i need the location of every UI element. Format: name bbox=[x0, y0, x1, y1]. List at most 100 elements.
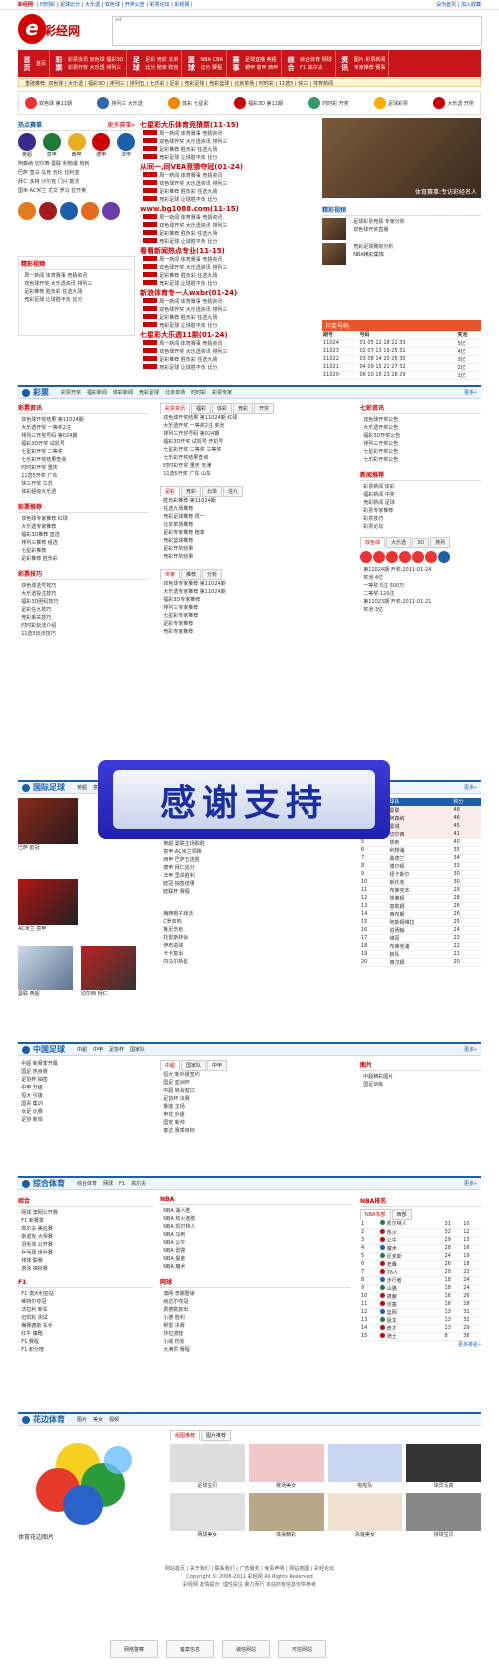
video-item[interactable]: NBA精彩集锦 bbox=[350, 251, 481, 259]
site-logo[interactable]: e 彩经网 bbox=[18, 14, 98, 46]
tab[interactable]: 排列 bbox=[430, 537, 451, 548]
photo-link[interactable]: 图片 bbox=[77, 1417, 87, 1423]
lottery-news-item[interactable]: 七乐彩开奖结果查询 bbox=[18, 456, 148, 464]
cn-link[interactable]: 中甲 bbox=[93, 1047, 103, 1053]
nba-team-icon[interactable] bbox=[102, 202, 120, 220]
cn-left-item[interactable]: 足协 新规 bbox=[18, 1116, 148, 1124]
video-list-item[interactable]: 双色球开奖 大乐透资讯 排列三 bbox=[21, 280, 132, 288]
nba-row[interactable]: 2 热火 32 12 bbox=[360, 1228, 481, 1237]
headline[interactable]: 七星彩大乐体育竞猜票(11-15) bbox=[140, 120, 315, 130]
nav-main-link[interactable]: 彩票 bbox=[53, 56, 65, 72]
tab[interactable]: 分析 bbox=[202, 569, 223, 580]
tab[interactable]: 福彩 bbox=[191, 403, 212, 414]
intl-news-item[interactable]: 卡卡复出 bbox=[160, 950, 345, 958]
intl-news-item[interactable]: 鲁尼伤愈 bbox=[160, 926, 345, 934]
footer-badge[interactable]: 可信网站 bbox=[278, 1640, 326, 1658]
league-row[interactable]: 8 博尔顿 33 bbox=[360, 862, 481, 871]
intl-news-item[interactable]: C罗双响 bbox=[160, 918, 345, 926]
headline-item[interactable]: 双色球开奖 大乐透资讯 排列三 bbox=[140, 348, 315, 356]
photo-item[interactable]: 啦啦队 bbox=[327, 1444, 403, 1489]
footer-links[interactable]: 网站首页 | 关于我们 | 联系我们 | 广告服务 | 免责声明 | 网站地图 … bbox=[18, 1565, 481, 1573]
headline[interactable]: 从同一,同VEA竞猜夺冠(01-24) bbox=[140, 162, 315, 172]
intl-photo-caption[interactable]: AC米兰 意甲 bbox=[18, 925, 153, 932]
multi-left-item[interactable]: 斯诺克 大师赛 bbox=[18, 1233, 153, 1241]
lottery-recommend-item[interactable]: 福彩3D推荐 直选 bbox=[18, 531, 148, 539]
lottery-right-item[interactable]: 双色球开奖公告 bbox=[360, 416, 481, 424]
lottery-link[interactable]: 彩票开奖 bbox=[61, 390, 81, 396]
lottery-right-item[interactable]: 彩票新闻 体彩 bbox=[360, 483, 481, 491]
tab[interactable]: 彩票资讯 bbox=[160, 403, 191, 414]
nav-sub-link[interactable]: 比分 赔率 阵容 bbox=[145, 64, 178, 71]
draw-info-item[interactable]: 第11024期 开奖:2011-01-24 bbox=[360, 566, 481, 574]
lottery-link[interactable]: 福彩新闻 bbox=[87, 390, 107, 396]
cn-left-item[interactable]: 中超 新赛季开幕 bbox=[18, 1060, 148, 1068]
multi-more[interactable]: 更多» bbox=[464, 1180, 477, 1187]
cn-mid-item[interactable]: 国安 新帅 bbox=[160, 1119, 345, 1127]
lottery-news-item[interactable]: 七星彩开奖 二等奖 bbox=[18, 448, 148, 456]
draw-info-item[interactable]: 奖池:4亿 bbox=[360, 574, 481, 582]
nba-row[interactable]: 10 雄鹿 16 26 bbox=[360, 1292, 481, 1301]
photo-link[interactable]: 视频 bbox=[109, 1417, 119, 1423]
lottery-mid-item[interactable]: 福彩3D开奖 试机号 开机号 bbox=[160, 438, 345, 446]
league-row[interactable]: 16 伯明翰 24 bbox=[360, 926, 481, 935]
photo-big[interactable]: 体育花边图片 bbox=[18, 1430, 163, 1545]
cn-more[interactable]: 更多» bbox=[464, 1046, 477, 1053]
lottery-mid-item[interactable]: 大乐透专家推荐 第11024期 bbox=[160, 588, 345, 596]
draw-row[interactable]: 11024 01 05 12 18 22 33 5亿 bbox=[322, 339, 481, 348]
photo-link[interactable]: 美女 bbox=[93, 1417, 103, 1423]
intl-photo[interactable] bbox=[18, 879, 78, 925]
draw-row[interactable]: 11021 04 09 15 21 27 32 2亿 bbox=[322, 363, 481, 372]
multi-left-item[interactable]: 网球 澳网公开赛 bbox=[18, 1209, 153, 1217]
lottery-bar-item[interactable]: 时时彩 开奖 bbox=[308, 97, 349, 109]
lottery-right-item[interactable]: 大乐透开奖公告 bbox=[360, 424, 481, 432]
tab[interactable]: 任九 bbox=[223, 486, 244, 497]
lottery-right-item[interactable]: 福彩3D开奖公告 bbox=[360, 432, 481, 440]
headline-item[interactable]: 周一新闻 体育赛事 竞猜资讯 bbox=[140, 340, 315, 348]
lottery-link[interactable]: 彩票专家 bbox=[212, 390, 232, 396]
multi-link[interactable]: 综合体育 bbox=[77, 1181, 97, 1187]
intl-news-item[interactable]: 法甲 里昂胜利 bbox=[160, 872, 345, 880]
top-site-name[interactable]: 彩经网 bbox=[18, 1, 33, 8]
multi-mid-item[interactable]: 小德 胜利 bbox=[160, 1314, 350, 1322]
nba-row[interactable]: 11 活塞 16 28 bbox=[360, 1300, 481, 1309]
lottery-news-item[interactable]: 快三开奖 江苏 bbox=[18, 480, 148, 488]
video-thumb[interactable] bbox=[322, 243, 346, 265]
multi-link[interactable]: 高尔夫 bbox=[131, 1181, 146, 1187]
nav-sub-link[interactable]: 彩票开奖 大乐透 排列三 bbox=[68, 64, 123, 71]
lottery-mid-item[interactable]: 七乐彩开奖结果查询 bbox=[160, 454, 345, 462]
lottery-mid-item[interactable]: 11选5开奖 广东 山东 bbox=[160, 470, 345, 478]
tab[interactable]: 北单 bbox=[202, 486, 223, 497]
lottery-right-item[interactable]: 竞彩新闻 足球 bbox=[360, 499, 481, 507]
nav-sub-link[interactable]: 足球直播 英超 bbox=[245, 56, 278, 63]
lottery-link[interactable]: 竞彩足球 bbox=[139, 390, 159, 396]
league-row[interactable]: 15 阿斯顿维拉 25 bbox=[360, 918, 481, 927]
headline[interactable]: www.bg1088.com(11-15) bbox=[140, 204, 315, 214]
sub-nav[interactable]: 重磅推荐: 双色球 | 大乐透 | 福彩3D | 排列三 | 排列五 | 七乐彩… bbox=[18, 78, 481, 87]
multi-mid-item[interactable]: 大满贯 赛程 bbox=[160, 1346, 350, 1354]
lottery-mid-item[interactable]: 福彩3D专家推荐 bbox=[160, 596, 345, 604]
headline-item[interactable]: 足彩推荐 胜负彩 任选九场 bbox=[140, 356, 315, 364]
intl-news-item[interactable]: 意甲 AC米兰领跑 bbox=[160, 848, 345, 856]
multi-left-item[interactable]: 维特尔夺冠 bbox=[18, 1298, 153, 1306]
lottery-link[interactable]: 体彩新闻 bbox=[113, 390, 133, 396]
multi-link[interactable]: F1 bbox=[119, 1181, 125, 1187]
hot-row[interactable]: 巴萨 皇马 马竞 瓦伦 比利亚 bbox=[18, 169, 135, 178]
nba-row[interactable]: 4 魔术 28 16 bbox=[360, 1244, 481, 1253]
video-list-item[interactable]: 足彩推荐 胜负彩 任选九场 bbox=[21, 288, 132, 296]
video-item[interactable]: 竞彩足球赛前分析 bbox=[350, 243, 481, 251]
lottery-news-item[interactable]: 排列三开奖号码 第024期 bbox=[18, 432, 148, 440]
multi-mid-item[interactable]: NBA 凯尔特人 bbox=[160, 1223, 350, 1231]
multi-mid-item[interactable]: 费德勒复出 bbox=[160, 1306, 350, 1314]
thanks-overlay[interactable]: 感谢支持 bbox=[98, 760, 390, 839]
league-row[interactable]: 5 热刺 40 bbox=[360, 838, 481, 847]
headline-item[interactable]: 周一新闻 体育赛事 竞猜资讯 bbox=[140, 130, 315, 138]
photo-item[interactable]: 赛场美女 bbox=[248, 1444, 324, 1489]
lottery-mid-item[interactable]: 北京单场推荐 bbox=[160, 521, 345, 529]
lottery-mid-item[interactable]: 排列三专家推荐 bbox=[160, 604, 345, 612]
tab[interactable]: 大乐透 bbox=[386, 537, 412, 548]
lottery-bar-item[interactable]: 排列三 大乐透 bbox=[97, 97, 143, 109]
nba-more[interactable]: 更多排名» bbox=[360, 1341, 481, 1348]
league-row[interactable]: 7 桑德兰 34 bbox=[360, 854, 481, 863]
lottery-bar-item[interactable]: 福彩3D 第11期 bbox=[233, 97, 283, 109]
multi-mid-item[interactable]: NBA 马刺 bbox=[160, 1231, 350, 1239]
